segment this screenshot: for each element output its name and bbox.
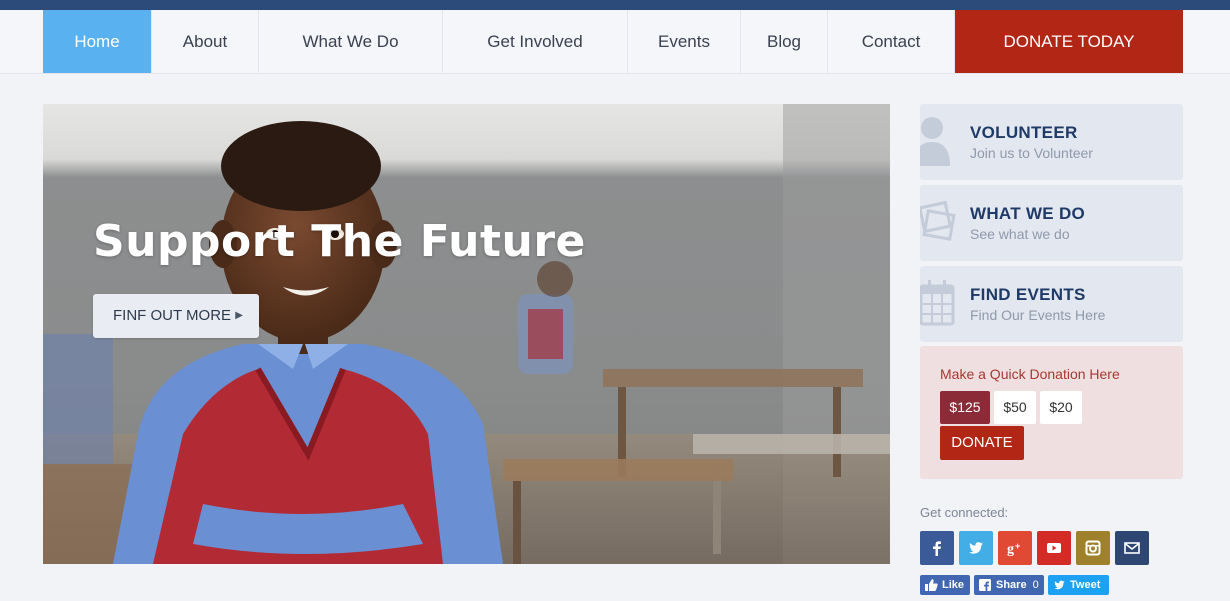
facebook-small-icon: [979, 579, 991, 591]
google-plus-icon[interactable]: g +: [998, 531, 1032, 565]
find-events-title: FIND EVENTS: [970, 285, 1086, 304]
nav-home[interactable]: Home: [43, 10, 152, 73]
email-icon[interactable]: [1115, 531, 1149, 565]
find-out-more-button[interactable]: FINF OUT MORE ▶: [93, 294, 259, 338]
thumbs-up-icon: [925, 579, 938, 591]
svg-text:+: +: [1015, 541, 1020, 551]
get-connected-heading: Get connected:: [920, 505, 1009, 520]
tweet-button[interactable]: Tweet: [1048, 575, 1109, 595]
youtube-icon[interactable]: [1037, 531, 1071, 565]
find-out-more-label: FINF OUT MORE: [113, 307, 232, 324]
user-icon: [920, 117, 950, 166]
calendar-icon: [920, 280, 955, 326]
hero-title: Support The Future: [93, 216, 586, 267]
quick-donate-button[interactable]: DONATE: [940, 426, 1024, 460]
nav-about[interactable]: About: [152, 10, 259, 73]
share-count: 0: [1032, 579, 1039, 591]
find-events-card[interactable]: FIND EVENTS Find Our Events Here: [920, 266, 1183, 342]
volunteer-subtitle: Join us to Volunteer: [970, 145, 1093, 161]
twitter-icon[interactable]: [959, 531, 993, 565]
what-we-do-card[interactable]: WHAT WE DO See what we do: [920, 185, 1183, 261]
quick-donation-panel: Make a Quick Donation Here $125 $50 $20 …: [920, 346, 1183, 479]
amount-125-option[interactable]: $125: [940, 391, 990, 424]
what-we-do-title: WHAT WE DO: [970, 204, 1086, 223]
twitter-small-icon: [1054, 580, 1065, 590]
find-events-subtitle: Find Our Events Here: [970, 307, 1106, 323]
instagram-icon[interactable]: [1076, 531, 1110, 565]
like-label: Like: [942, 579, 965, 591]
top-accent-bar: [0, 0, 1230, 10]
donate-today-button[interactable]: DONATE TODAY: [955, 10, 1183, 73]
what-we-do-subtitle: See what we do: [970, 226, 1070, 242]
nav-events[interactable]: Events: [628, 10, 741, 73]
volunteer-card[interactable]: VOLUNTEER Join us to Volunteer: [920, 104, 1183, 180]
photos-icon: [920, 200, 956, 241]
facebook-share-button[interactable]: Share 0: [974, 575, 1044, 595]
nav-get-involved[interactable]: Get Involved: [443, 10, 628, 73]
main-navigation: Home About What We Do Get Involved Event…: [0, 10, 1230, 74]
tweet-label: Tweet: [1070, 579, 1101, 591]
nav-contact[interactable]: Contact: [828, 10, 955, 73]
hero-banner: Support The Future FINF OUT MORE ▶: [43, 104, 890, 564]
nav-blog[interactable]: Blog: [741, 10, 828, 73]
nav-what-we-do[interactable]: What We Do: [259, 10, 443, 73]
facebook-like-button[interactable]: Like: [920, 575, 970, 595]
amount-50-option[interactable]: $50: [994, 391, 1036, 424]
facebook-icon[interactable]: [920, 531, 954, 565]
caret-right-icon: ▶: [235, 310, 243, 321]
quick-donation-title: Make a Quick Donation Here: [940, 366, 1120, 382]
amount-20-option[interactable]: $20: [1040, 391, 1082, 424]
share-label: Share: [996, 579, 1027, 591]
volunteer-title: VOLUNTEER: [970, 123, 1078, 142]
svg-text:g: g: [1007, 542, 1014, 556]
